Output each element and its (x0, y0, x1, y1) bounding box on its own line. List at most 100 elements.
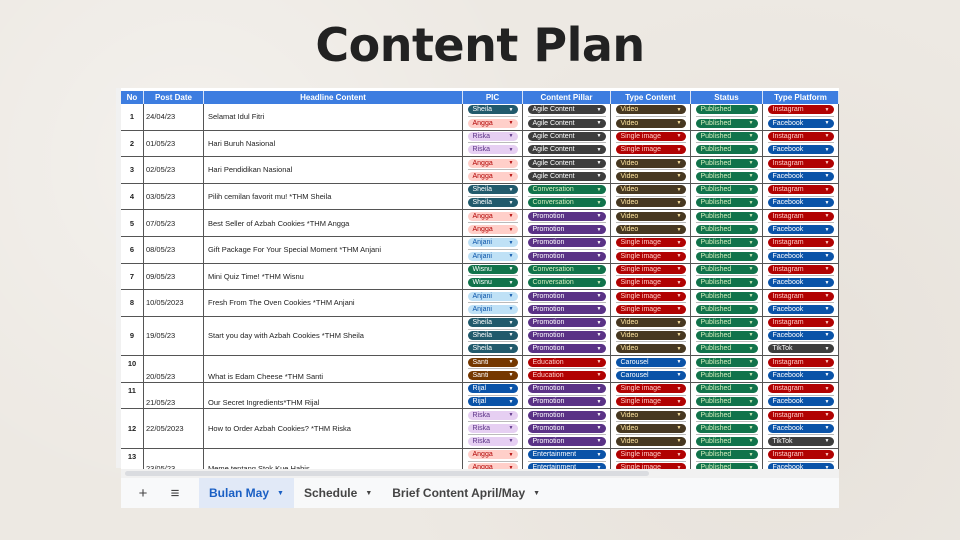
cell-headline[interactable]: Our Secret Ingredients*THM Rijal (204, 382, 463, 409)
pic-dropdown-chip[interactable]: Angga ▼ (467, 225, 518, 235)
pic-dropdown-chip[interactable]: Wisnu ▼ (467, 278, 518, 288)
cell-post-date[interactable]: 01/05/23 (144, 130, 204, 157)
header-headline-content[interactable]: Headline Content (204, 91, 463, 104)
platform-dropdown-chip[interactable]: Instagram ▼ (767, 264, 834, 274)
status-dropdown-chip[interactable]: Published ▼ (695, 450, 758, 460)
pic-dropdown-chip[interactable]: Santi ▼ (467, 370, 518, 380)
cell-post-date[interactable]: 09/05/23 (144, 263, 204, 290)
platform-dropdown-chip[interactable]: Facebook ▼ (767, 330, 834, 340)
pic-dropdown-chip[interactable]: Rijal ▼ (467, 397, 518, 407)
pillar-dropdown-chip[interactable]: Promotion ▼ (527, 423, 606, 433)
platform-dropdown-chip[interactable]: Instagram ▼ (767, 410, 834, 420)
header-pic[interactable]: PIC (463, 91, 523, 104)
pillar-dropdown-chip[interactable]: Promotion ▼ (527, 291, 606, 301)
pic-dropdown-chip[interactable]: Sheila ▼ (467, 198, 518, 208)
platform-dropdown-chip[interactable]: Facebook ▼ (767, 278, 834, 288)
pillar-dropdown-chip[interactable]: Promotion ▼ (527, 397, 606, 407)
type-content-dropdown-chip[interactable]: Video ▼ (615, 118, 686, 128)
pic-dropdown-chip[interactable]: Angga ▼ (467, 211, 518, 221)
pillar-dropdown-chip[interactable]: Promotion ▼ (527, 251, 606, 261)
type-content-dropdown-chip[interactable]: Video ▼ (615, 171, 686, 181)
status-dropdown-chip[interactable]: Published ▼ (695, 185, 758, 195)
pillar-dropdown-chip[interactable]: Entertainment ▼ (527, 450, 606, 460)
platform-dropdown-chip[interactable]: Facebook ▼ (767, 225, 834, 235)
status-dropdown-chip[interactable]: Published ▼ (695, 171, 758, 181)
header-post-date[interactable]: Post Date (144, 91, 204, 104)
pillar-dropdown-chip[interactable]: Agile Content ▼ (527, 158, 606, 168)
pic-dropdown-chip[interactable]: Anjani ▼ (467, 238, 518, 248)
status-dropdown-chip[interactable]: Published ▼ (695, 384, 758, 394)
cell-post-date[interactable]: 19/05/23 (144, 316, 204, 356)
cell-headline[interactable]: Best Seller of Azbah Cookies *THM Angga (204, 210, 463, 236)
pic-dropdown-chip[interactable]: Riska ▼ (467, 436, 518, 446)
pic-dropdown-chip[interactable]: Riska ▼ (467, 131, 518, 141)
pic-dropdown-chip[interactable]: Sheila ▼ (467, 318, 518, 328)
pillar-dropdown-chip[interactable]: Agile Content ▼ (527, 105, 606, 115)
type-content-dropdown-chip[interactable]: Single image ▼ (615, 384, 686, 394)
sheet-tab-schedule[interactable]: Schedule ▼ (294, 478, 382, 508)
type-content-dropdown-chip[interactable]: Video ▼ (615, 344, 686, 354)
type-content-dropdown-chip[interactable]: Single image ▼ (615, 131, 686, 141)
type-content-dropdown-chip[interactable]: Single image ▼ (615, 278, 686, 288)
cell-no[interactable]: 1 (121, 104, 144, 130)
status-dropdown-chip[interactable]: Published ▼ (695, 264, 758, 274)
pillar-dropdown-chip[interactable]: Promotion ▼ (527, 410, 606, 420)
cell-headline[interactable]: Pilih cemilan favorit mu! *THM Sheila (204, 183, 463, 210)
pic-dropdown-chip[interactable]: Sheila ▼ (467, 105, 518, 115)
status-dropdown-chip[interactable]: Published ▼ (695, 330, 758, 340)
platform-dropdown-chip[interactable]: Instagram ▼ (767, 158, 834, 168)
platform-dropdown-chip[interactable]: Instagram ▼ (767, 105, 834, 115)
type-content-dropdown-chip[interactable]: Single image ▼ (615, 145, 686, 155)
cell-headline[interactable]: Hari Pendidikan Nasional (204, 157, 463, 183)
pillar-dropdown-chip[interactable]: Conversation ▼ (527, 185, 606, 195)
cell-headline[interactable]: What is Edam Cheese *THM Santi (204, 356, 463, 382)
type-content-dropdown-chip[interactable]: Video ▼ (615, 436, 686, 446)
platform-dropdown-chip[interactable]: Facebook ▼ (767, 304, 834, 314)
status-dropdown-chip[interactable]: Published ▼ (695, 251, 758, 261)
platform-dropdown-chip[interactable]: Facebook ▼ (767, 423, 834, 433)
cell-headline[interactable]: Mini Quiz Time! *THM Wisnu (204, 263, 463, 290)
pillar-dropdown-chip[interactable]: Conversation ▼ (527, 278, 606, 288)
status-dropdown-chip[interactable]: Published ▼ (695, 370, 758, 380)
platform-dropdown-chip[interactable]: Instagram ▼ (767, 318, 834, 328)
pic-dropdown-chip[interactable]: Angga ▼ (467, 118, 518, 128)
pillar-dropdown-chip[interactable]: Agile Content ▼ (527, 171, 606, 181)
header-status[interactable]: Status (691, 91, 763, 104)
platform-dropdown-chip[interactable]: Instagram ▼ (767, 384, 834, 394)
pillar-dropdown-chip[interactable]: Agile Content ▼ (527, 131, 606, 141)
status-dropdown-chip[interactable]: Published ▼ (695, 410, 758, 420)
type-content-dropdown-chip[interactable]: Single image ▼ (615, 397, 686, 407)
cell-no[interactable]: 10 (121, 356, 144, 382)
status-dropdown-chip[interactable]: Published ▼ (695, 357, 758, 367)
cell-no[interactable]: 3 (121, 157, 144, 183)
status-dropdown-chip[interactable]: Published ▼ (695, 131, 758, 141)
pillar-dropdown-chip[interactable]: Agile Content ▼ (527, 145, 606, 155)
cell-no[interactable]: 5 (121, 210, 144, 236)
cell-post-date[interactable]: 21/05/23 (144, 382, 204, 409)
pic-dropdown-chip[interactable]: Anjani ▼ (467, 304, 518, 314)
pic-dropdown-chip[interactable]: Sheila ▼ (467, 344, 518, 354)
type-content-dropdown-chip[interactable]: Video ▼ (615, 198, 686, 208)
pic-dropdown-chip[interactable]: Anjani ▼ (467, 251, 518, 261)
cell-no[interactable]: 2 (121, 130, 144, 157)
type-content-dropdown-chip[interactable]: Video ▼ (615, 410, 686, 420)
header-no[interactable]: No (121, 91, 144, 104)
header-type-platform[interactable]: Type Platform (763, 91, 839, 104)
type-content-dropdown-chip[interactable]: Video ▼ (615, 105, 686, 115)
chevron-down-icon[interactable]: ▼ (277, 490, 284, 497)
type-content-dropdown-chip[interactable]: Single image ▼ (615, 238, 686, 248)
platform-dropdown-chip[interactable]: Facebook ▼ (767, 370, 834, 380)
platform-dropdown-chip[interactable]: Facebook ▼ (767, 397, 834, 407)
pillar-dropdown-chip[interactable]: Education ▼ (527, 357, 606, 367)
all-sheets-button[interactable]: ≡ (159, 478, 191, 508)
platform-dropdown-chip[interactable]: Facebook ▼ (767, 198, 834, 208)
status-dropdown-chip[interactable]: Published ▼ (695, 198, 758, 208)
type-content-dropdown-chip[interactable]: Video ▼ (615, 211, 686, 221)
cell-post-date[interactable]: 07/05/23 (144, 210, 204, 236)
platform-dropdown-chip[interactable]: Facebook ▼ (767, 171, 834, 181)
type-content-dropdown-chip[interactable]: Single image ▼ (615, 264, 686, 274)
platform-dropdown-chip[interactable]: Instagram ▼ (767, 238, 834, 248)
status-dropdown-chip[interactable]: Published ▼ (695, 423, 758, 433)
platform-dropdown-chip[interactable]: Instagram ▼ (767, 131, 834, 141)
type-content-dropdown-chip[interactable]: Single image ▼ (615, 251, 686, 261)
